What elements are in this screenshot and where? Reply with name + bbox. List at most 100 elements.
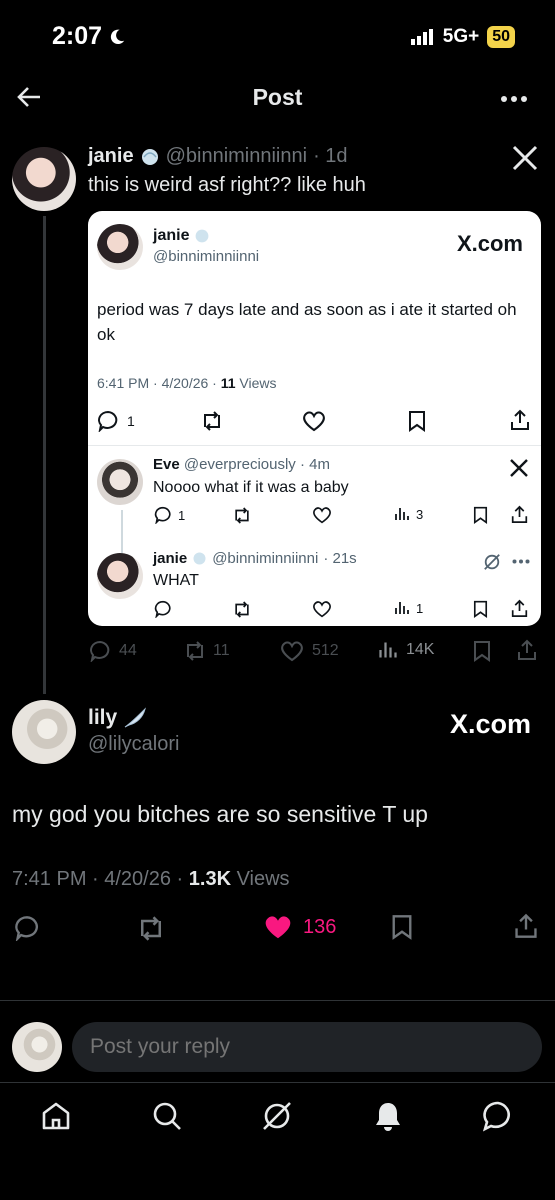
more-icon xyxy=(501,96,527,102)
reply-text: Noooo what if it was a baby xyxy=(153,479,349,496)
nav-notifications[interactable] xyxy=(372,1100,404,1132)
card-divider xyxy=(88,445,541,446)
share-button[interactable] xyxy=(510,409,530,431)
nav-grok[interactable] xyxy=(261,1100,293,1132)
reply-views[interactable]: 3 xyxy=(394,506,423,522)
like-button[interactable]: 136 xyxy=(263,913,336,941)
thread-line xyxy=(43,216,46,694)
nav-home[interactable] xyxy=(40,1100,72,1132)
reply-reply-button[interactable]: 1 xyxy=(154,506,185,524)
author-name[interactable]: lily xyxy=(88,706,117,730)
bookmark-icon xyxy=(473,506,488,524)
nav-divider xyxy=(0,1082,555,1083)
reply-like-button[interactable] xyxy=(312,600,332,618)
reply-text: WHAT xyxy=(153,572,199,589)
card-avatar[interactable] xyxy=(97,224,143,270)
like-button[interactable] xyxy=(302,410,326,432)
author-handle[interactable]: @binniminniinni xyxy=(166,145,307,168)
repost-button[interactable] xyxy=(136,916,166,941)
reply-share-button[interactable] xyxy=(511,505,528,524)
status-indicators: 5G+ 50 xyxy=(410,26,515,48)
battery-indicator: 50 xyxy=(487,26,515,48)
bookmark-icon xyxy=(473,600,488,618)
post-text: this is weird asf right?? like huh xyxy=(88,174,366,196)
heart-icon xyxy=(281,641,303,662)
x-logo-button[interactable] xyxy=(512,145,538,171)
home-icon xyxy=(42,1102,70,1130)
reply-more-button[interactable] xyxy=(512,559,530,564)
reply-share-button[interactable] xyxy=(511,599,528,618)
page-title: Post xyxy=(252,84,303,110)
share-icon xyxy=(518,639,536,660)
author-name[interactable]: janie xyxy=(88,145,134,168)
quoted-share-button[interactable] xyxy=(517,639,537,661)
post-header: janie @binniminniinni · 1d xyxy=(88,145,348,168)
share-icon xyxy=(511,409,529,430)
quoted-bookmark-button[interactable] xyxy=(473,640,491,662)
avatar[interactable] xyxy=(12,700,76,764)
reply-bookmark-button[interactable] xyxy=(473,600,488,618)
author-handle[interactable]: @lilycalori xyxy=(88,733,179,756)
card-author: janie xyxy=(153,227,210,245)
reply-icon xyxy=(154,506,171,524)
x-logo-icon xyxy=(509,458,529,478)
nav-messages[interactable] xyxy=(482,1100,514,1132)
reply-avatar[interactable] xyxy=(97,459,143,505)
bell-icon xyxy=(376,1103,400,1131)
signal-icon xyxy=(410,29,433,45)
more-options-button[interactable] xyxy=(500,95,528,103)
bookmark-button[interactable] xyxy=(408,410,426,432)
reply-icon xyxy=(98,410,118,432)
reply-input[interactable] xyxy=(72,1022,542,1072)
reply-header: janie @binniminniinni · 21s xyxy=(153,550,357,567)
grok-icon[interactable] xyxy=(483,553,501,571)
reply-like-button[interactable] xyxy=(312,506,332,524)
repost-icon xyxy=(204,411,220,431)
network-label: 5G+ xyxy=(442,26,480,47)
reply-button[interactable]: 1 xyxy=(97,410,135,432)
bookmark-icon xyxy=(392,915,412,940)
embedded-post-card[interactable]: janie @binniminniinni X.com period was 7… xyxy=(88,211,541,626)
shell-icon xyxy=(193,552,206,565)
main-author: lily xyxy=(88,706,147,730)
reply-header: Eve @everpreciously · 4m xyxy=(153,456,330,473)
card-author-handle[interactable]: @binniminniinni xyxy=(153,248,259,265)
views-icon xyxy=(395,508,409,520)
repost-icon xyxy=(187,641,203,661)
reply-button[interactable] xyxy=(14,915,40,941)
reply-views[interactable]: 1 xyxy=(394,600,423,616)
bookmark-button[interactable] xyxy=(391,914,413,940)
composer-avatar xyxy=(12,1022,62,1072)
nav-search[interactable] xyxy=(151,1100,183,1132)
reply-bookmark-button[interactable] xyxy=(473,506,488,524)
more-icon xyxy=(512,559,530,564)
repost-icon xyxy=(235,507,249,524)
reply-icon xyxy=(90,640,110,662)
card-timestamp: 6:41 PM · 4/20/26 · 11 Views xyxy=(97,375,277,391)
brand-label: X.com xyxy=(449,709,531,739)
post-time: · 1d xyxy=(313,145,348,167)
views-icon xyxy=(395,602,409,614)
reply-repost-button[interactable] xyxy=(232,507,252,524)
main-post-text: my god you bitches are so sensitive T up xyxy=(12,801,428,827)
quoted-reply-count[interactable]: 44 xyxy=(89,640,137,662)
quoted-repost-count[interactable]: 11 xyxy=(183,641,230,661)
heart-icon xyxy=(313,507,331,524)
quoted-like-count[interactable]: 512 xyxy=(280,640,339,662)
reply-icon xyxy=(15,916,38,941)
reply-repost-button[interactable] xyxy=(232,601,252,618)
bookmark-icon xyxy=(474,641,490,662)
status-time: 2:07 xyxy=(52,22,126,51)
reply-reply-button[interactable] xyxy=(154,600,172,618)
quoted-view-count[interactable]: 14K xyxy=(378,640,434,660)
reply-avatar[interactable] xyxy=(97,553,143,599)
avatar[interactable] xyxy=(12,147,76,211)
heart-icon xyxy=(303,411,325,432)
repost-button[interactable] xyxy=(200,411,224,431)
card-author-name[interactable]: janie xyxy=(153,227,189,245)
main-timestamp: 7:41 PM · 4/20/26 · 1.3K Views xyxy=(12,868,290,890)
search-icon xyxy=(153,1102,181,1130)
share-button[interactable] xyxy=(514,913,538,939)
composer-divider xyxy=(0,1000,555,1001)
reply-icon xyxy=(154,600,171,618)
